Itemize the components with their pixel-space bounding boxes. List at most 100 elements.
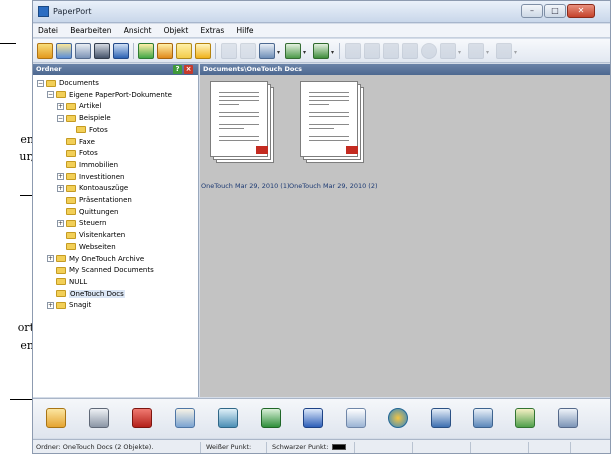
tree-item-label: Beispiele — [79, 114, 111, 123]
list-view-icon[interactable] — [240, 43, 256, 59]
collapse-icon[interactable]: − — [57, 114, 64, 122]
ftp-icon[interactable] — [431, 408, 451, 428]
page-icon[interactable] — [496, 43, 512, 59]
tree-item-label: Visitenkarten — [79, 231, 126, 240]
view-mode-icon[interactable] — [259, 43, 275, 59]
copy-icon[interactable] — [364, 43, 380, 59]
expand-icon[interactable]: + — [57, 173, 64, 181]
tree-item[interactable]: Immobilien — [57, 160, 118, 171]
chevron-down-icon[interactable]: ▾ — [303, 49, 306, 56]
tree-item[interactable]: + My OneTouch Archive — [47, 254, 144, 265]
white-point-label: Weißer Punkt: — [206, 443, 252, 451]
unstack-icon[interactable] — [176, 43, 192, 59]
save-icon[interactable] — [345, 43, 361, 59]
expand-icon[interactable]: + — [57, 184, 64, 192]
chevron-down-icon[interactable]: ▾ — [458, 49, 461, 56]
tree-item[interactable]: Quittungen — [57, 207, 118, 218]
status-folder: Ordner: OneTouch Docs (2 Objekte). — [33, 442, 201, 453]
menu-objekt[interactable]: Objekt — [159, 24, 194, 35]
tree-item[interactable]: My Scanned Documents — [47, 265, 154, 276]
page-stack-front — [300, 81, 358, 157]
folder-icon — [56, 255, 66, 262]
folder-icon — [66, 219, 76, 227]
collapse-icon[interactable]: − — [47, 91, 54, 99]
tree-item[interactable]: + Investitionen — [57, 172, 124, 183]
paste-icon[interactable] — [383, 43, 399, 59]
menu-datei[interactable]: Datei — [33, 24, 63, 35]
help-icon[interactable]: ? — [173, 65, 182, 74]
tree-item[interactable]: + Kontoauszüge — [57, 183, 128, 194]
sort-icon[interactable] — [313, 43, 329, 59]
printer-icon[interactable] — [473, 408, 493, 428]
pdf-icon[interactable] — [132, 408, 152, 428]
tree-item[interactable]: − Eigene PaperPort-Dokumente — [47, 90, 172, 101]
minimize-button[interactable]: – — [521, 4, 543, 18]
menu-hilfe[interactable]: Hilfe — [231, 24, 258, 35]
new-folder-icon[interactable] — [138, 43, 154, 59]
close-button[interactable]: ✕ — [567, 4, 595, 18]
annotate-icon[interactable] — [195, 43, 211, 59]
tree-item[interactable]: NULL — [47, 277, 87, 288]
tree-item[interactable]: + Snagit — [47, 300, 91, 311]
scan-icon[interactable] — [37, 43, 53, 59]
excel-icon[interactable] — [261, 408, 281, 428]
tree-item-label: Faxe — [79, 137, 95, 146]
recycle-icon[interactable] — [515, 408, 535, 428]
layout-icon[interactable] — [285, 43, 301, 59]
expand-icon[interactable]: + — [47, 255, 54, 262]
tree-item[interactable]: Webseiten — [57, 242, 116, 253]
chevron-down-icon[interactable]: ▾ — [486, 49, 489, 56]
expand-icon[interactable]: + — [57, 219, 64, 227]
menu-bearbeiten[interactable]: Bearbeiten — [65, 24, 116, 35]
tree-item[interactable]: Faxe — [57, 137, 95, 148]
capture-icon[interactable] — [75, 43, 91, 59]
tree-item-label: Kontoauszüge — [79, 184, 129, 193]
document-caption[interactable]: OneTouch Mar 29, 2010 (1) — [201, 182, 290, 190]
document-thumbnail[interactable] — [300, 81, 366, 165]
scanner-settings-icon[interactable] — [94, 43, 110, 59]
chevron-down-icon[interactable]: ▾ — [277, 49, 280, 56]
tree-item[interactable]: − Documents — [37, 78, 99, 89]
thumbnail-view-icon[interactable] — [221, 43, 237, 59]
properties-icon[interactable] — [421, 43, 437, 59]
word-icon[interactable] — [303, 408, 323, 428]
get-items-icon[interactable] — [56, 43, 72, 59]
chevron-down-icon[interactable]: ▾ — [514, 49, 517, 56]
paperport-window: PaperPort – □ ✕ Datei Bearbeiten Ansicht… — [32, 0, 611, 454]
tree-item[interactable]: − Beispiele — [57, 113, 111, 124]
page-view-icon[interactable] — [113, 43, 129, 59]
tree-item[interactable]: Fotos — [57, 148, 98, 159]
tree-item[interactable]: Fotos — [67, 125, 108, 136]
close-pane-icon[interactable]: × — [184, 65, 193, 74]
chevron-down-icon[interactable]: ▾ — [331, 49, 334, 56]
menu-ansicht[interactable]: Ansicht — [119, 24, 157, 35]
tree-item[interactable]: OneTouch Docs — [47, 289, 125, 300]
tree-item[interactable]: + Artikel — [57, 101, 101, 112]
notepad-icon[interactable] — [346, 408, 366, 428]
delete-icon[interactable] — [402, 43, 418, 59]
tree-item-label: Snagit — [69, 301, 92, 310]
expand-icon[interactable]: + — [47, 301, 54, 309]
copy-to-icon[interactable] — [558, 408, 578, 428]
eraser-icon[interactable] — [218, 408, 238, 428]
tree-item[interactable]: Präsentationen — [57, 195, 132, 206]
maximize-button[interactable]: □ — [544, 4, 566, 18]
expand-icon[interactable]: + — [57, 102, 64, 110]
browser-icon[interactable] — [388, 408, 408, 428]
tree-item[interactable]: Visitenkarten — [57, 230, 125, 241]
stack-icon[interactable] — [157, 43, 173, 59]
callout-text-1: en — [20, 133, 34, 146]
tree-item[interactable]: + Steuern — [57, 218, 106, 229]
menu-extras[interactable]: Extras — [196, 24, 230, 35]
export-icon[interactable] — [468, 43, 484, 59]
document-thumbnail[interactable] — [210, 81, 276, 165]
send-icon[interactable] — [440, 43, 456, 59]
scanner-icon[interactable] — [89, 408, 109, 428]
photo-viewer-icon[interactable] — [46, 408, 66, 428]
paint-icon[interactable] — [175, 408, 195, 428]
collapse-icon[interactable]: − — [37, 79, 44, 87]
document-caption[interactable]: OneTouch Mar 29, 2010 (2) — [289, 182, 378, 190]
